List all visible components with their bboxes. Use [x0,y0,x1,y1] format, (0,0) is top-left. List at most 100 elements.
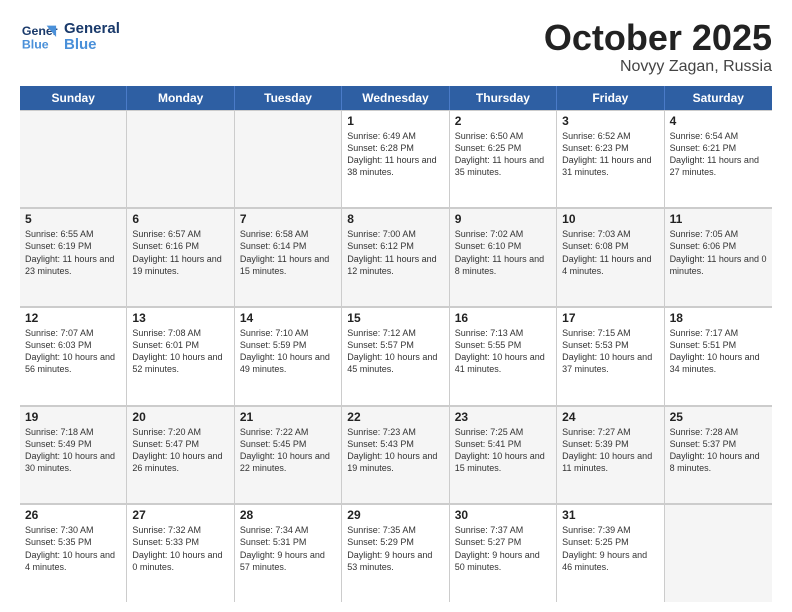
day-number: 19 [25,410,121,424]
day-number: 1 [347,114,443,128]
day-number: 29 [347,508,443,522]
title-area: October 2025 Novyy Zagan, Russia [544,18,772,76]
calendar-cell: 3 Sunrise: 6:52 AM Sunset: 6:23 PM Daylig… [557,110,664,208]
calendar-cell [235,110,342,208]
header-tuesday: Tuesday [235,86,342,110]
calendar-cell: 19Sunrise: 7:18 AM Sunset: 5:49 PM Dayli… [20,406,127,504]
day-number: 20 [132,410,228,424]
cell-info: Sunrise: 7:23 AM Sunset: 5:43 PM Dayligh… [347,426,443,475]
cell-info: Sunrise: 7:15 AM Sunset: 5:53 PM Dayligh… [562,327,658,376]
day-number: 31 [562,508,658,522]
header: General Blue General Blue October 2025 N… [20,18,772,76]
day-number: 3 [562,114,658,128]
calendar-cell: 9 Sunrise: 7:02 AM Sunset: 6:10 PM Daylig… [450,208,557,306]
calendar-cell: 2 Sunrise: 6:50 AM Sunset: 6:25 PM Daylig… [450,110,557,208]
day-number: 6 [132,212,228,226]
calendar-cell: 26 Sunrise: 7:30 AM Sunset: 5:35 PM Dayli… [20,504,127,602]
calendar-cell: 10 Sunrise: 7:03 AM Sunset: 6:08 PM Dayli… [557,208,664,306]
day-number: 15 [347,311,443,325]
logo-icon: General Blue [20,18,58,56]
cell-info: Sunrise: 7:10 AM Sunset: 5:59 PM Dayligh… [240,327,336,376]
page: General Blue General Blue October 2025 N… [0,0,792,612]
calendar-cell: 23 Sunrise: 7:25 AM Sunset: 5:41 PM Dayli… [450,406,557,504]
calendar-body: 1 Sunrise: 6:49 AM Sunset: 6:28 PM Daylig… [20,110,772,602]
calendar-cell: 6 Sunrise: 6:57 AM Sunset: 6:16 PM Daylig… [127,208,234,306]
calendar-cell: 12Sunrise: 7:07 AM Sunset: 6:03 PM Dayli… [20,307,127,405]
day-number: 8 [347,212,443,226]
calendar-cell: 17 Sunrise: 7:15 AM Sunset: 5:53 PM Dayli… [557,307,664,405]
day-number: 7 [240,212,336,226]
calendar: Sunday Monday Tuesday Wednesday Thursday… [20,86,772,602]
day-number: 2 [455,114,551,128]
cell-info: Sunrise: 6:55 AM Sunset: 6:19 PM Dayligh… [25,228,121,277]
day-number: 18 [670,311,767,325]
calendar-cell: 22 Sunrise: 7:23 AM Sunset: 5:43 PM Dayli… [342,406,449,504]
calendar-header-row: Sunday Monday Tuesday Wednesday Thursday… [20,86,772,110]
calendar-week-2: 5 Sunrise: 6:55 AM Sunset: 6:19 PM Daylig… [20,208,772,307]
cell-info: Sunrise: 7:35 AM Sunset: 5:29 PM Dayligh… [347,524,443,573]
cell-info: Sunrise: 7:20 AM Sunset: 5:47 PM Dayligh… [132,426,228,475]
day-number: 10 [562,212,658,226]
calendar-cell: 13 Sunrise: 7:08 AM Sunset: 6:01 PM Dayli… [127,307,234,405]
calendar-cell: 4 Sunrise: 6:54 AM Sunset: 6:21 PM Daylig… [665,110,772,208]
svg-text:Blue: Blue [22,37,49,51]
cell-info: Sunrise: 7:25 AM Sunset: 5:41 PM Dayligh… [455,426,551,475]
cell-info: Sunrise: 7:32 AM Sunset: 5:33 PM Dayligh… [132,524,228,573]
cell-info: Sunrise: 6:52 AM Sunset: 6:23 PM Dayligh… [562,130,658,179]
calendar-cell: 27 Sunrise: 7:32 AM Sunset: 5:33 PM Dayli… [127,504,234,602]
cell-info: Sunrise: 7:13 AM Sunset: 5:55 PM Dayligh… [455,327,551,376]
day-number: 16 [455,311,551,325]
header-sunday: Sunday [20,86,127,110]
day-number: 27 [132,508,228,522]
cell-info: Sunrise: 7:07 AM Sunset: 6:03 PM Dayligh… [25,327,121,376]
day-number: 14 [240,311,336,325]
day-number: 5 [25,212,121,226]
calendar-cell [20,110,127,208]
cell-info: Sunrise: 6:49 AM Sunset: 6:28 PM Dayligh… [347,130,443,179]
logo-line2: Blue [64,36,97,53]
calendar-cell: 16 Sunrise: 7:13 AM Sunset: 5:55 PM Dayli… [450,307,557,405]
cell-info: Sunrise: 7:03 AM Sunset: 6:08 PM Dayligh… [562,228,658,277]
cell-info: Sunrise: 7:02 AM Sunset: 6:10 PM Dayligh… [455,228,551,277]
calendar-cell: 18 Sunrise: 7:17 AM Sunset: 5:51 PM Dayli… [665,307,772,405]
calendar-week-3: 12Sunrise: 7:07 AM Sunset: 6:03 PM Dayli… [20,307,772,406]
cell-info: Sunrise: 7:12 AM Sunset: 5:57 PM Dayligh… [347,327,443,376]
calendar-week-5: 26 Sunrise: 7:30 AM Sunset: 5:35 PM Dayli… [20,504,772,602]
cell-info: Sunrise: 7:08 AM Sunset: 6:01 PM Dayligh… [132,327,228,376]
calendar-cell: 5 Sunrise: 6:55 AM Sunset: 6:19 PM Daylig… [20,208,127,306]
day-number: 9 [455,212,551,226]
cell-info: Sunrise: 7:39 AM Sunset: 5:25 PM Dayligh… [562,524,658,573]
calendar-cell: 11 Sunrise: 7:05 AM Sunset: 6:06 PM Dayli… [665,208,772,306]
cell-info: Sunrise: 7:37 AM Sunset: 5:27 PM Dayligh… [455,524,551,573]
calendar-cell: 14 Sunrise: 7:10 AM Sunset: 5:59 PM Dayli… [235,307,342,405]
cell-info: Sunrise: 7:05 AM Sunset: 6:06 PM Dayligh… [670,228,767,277]
cell-info: Sunrise: 7:28 AM Sunset: 5:37 PM Dayligh… [670,426,767,475]
cell-info: Sunrise: 7:30 AM Sunset: 5:35 PM Dayligh… [25,524,121,573]
calendar-cell: 25Sunrise: 7:28 AM Sunset: 5:37 PM Dayli… [665,406,772,504]
cell-info: Sunrise: 7:17 AM Sunset: 5:51 PM Dayligh… [670,327,767,376]
header-friday: Friday [557,86,664,110]
logo-line1: General [64,21,120,38]
calendar-cell: 24Sunrise: 7:27 AM Sunset: 5:39 PM Dayli… [557,406,664,504]
day-number: 28 [240,508,336,522]
cell-info: Sunrise: 6:50 AM Sunset: 6:25 PM Dayligh… [455,130,551,179]
header-wednesday: Wednesday [342,86,449,110]
day-number: 22 [347,410,443,424]
calendar-cell: 28 Sunrise: 7:34 AM Sunset: 5:31 PM Dayli… [235,504,342,602]
day-number: 26 [25,508,121,522]
day-number: 23 [455,410,551,424]
day-number: 13 [132,311,228,325]
calendar-title: October 2025 [544,18,772,58]
cell-info: Sunrise: 6:54 AM Sunset: 6:21 PM Dayligh… [670,130,767,179]
cell-info: Sunrise: 7:22 AM Sunset: 5:45 PM Dayligh… [240,426,336,475]
calendar-cell: 15 Sunrise: 7:12 AM Sunset: 5:57 PM Dayli… [342,307,449,405]
calendar-cell: 7Sunrise: 6:58 AM Sunset: 6:14 PM Daylig… [235,208,342,306]
day-number: 11 [670,212,767,226]
calendar-subtitle: Novyy Zagan, Russia [544,58,772,76]
cell-info: Sunrise: 7:34 AM Sunset: 5:31 PM Dayligh… [240,524,336,573]
day-number: 17 [562,311,658,325]
day-number: 4 [670,114,767,128]
cell-info: Sunrise: 7:27 AM Sunset: 5:39 PM Dayligh… [562,426,658,475]
cell-info: Sunrise: 6:57 AM Sunset: 6:16 PM Dayligh… [132,228,228,277]
calendar-week-1: 1 Sunrise: 6:49 AM Sunset: 6:28 PM Daylig… [20,110,772,209]
